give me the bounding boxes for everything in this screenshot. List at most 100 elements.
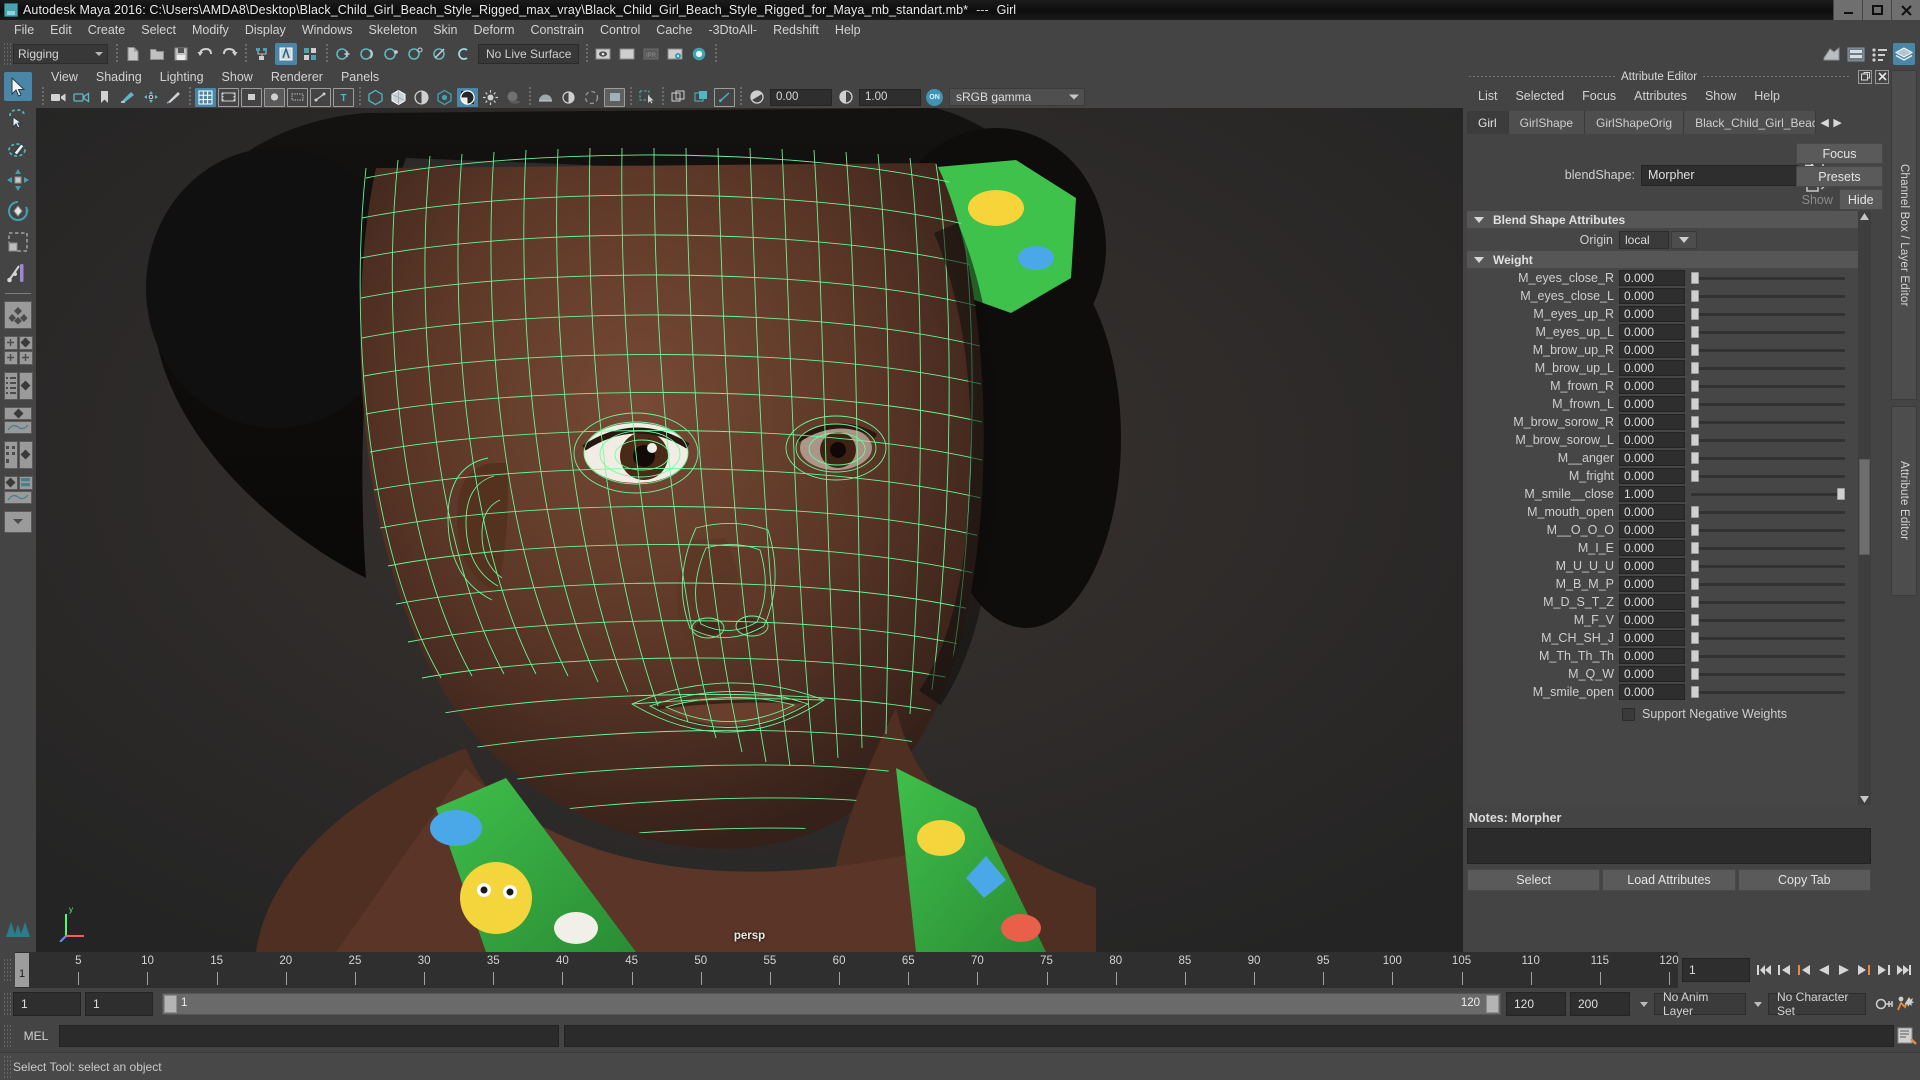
slider-thumb[interactable] xyxy=(1837,488,1845,500)
hypershade-icon[interactable] xyxy=(688,43,710,65)
section-weight[interactable]: Weight xyxy=(1467,251,1871,268)
slider-thumb[interactable] xyxy=(1691,434,1699,446)
layout-persp-outliner-graph-button[interactable] xyxy=(3,475,33,504)
xray-duplicate-icon[interactable] xyxy=(668,88,689,107)
play-forwards-icon[interactable] xyxy=(1834,959,1854,981)
new-scene-icon[interactable] xyxy=(122,43,144,65)
xray-active-components-icon[interactable] xyxy=(691,88,712,107)
motion-blur-icon[interactable] xyxy=(558,88,579,107)
slider-thumb[interactable] xyxy=(1691,380,1699,392)
weight-value-field[interactable]: 0.000 xyxy=(1619,648,1685,664)
menu-item-deform[interactable]: Deform xyxy=(466,20,523,40)
section-blend-shape-attributes[interactable]: Blend Shape Attributes xyxy=(1467,211,1871,228)
slider-thumb[interactable] xyxy=(1691,578,1699,590)
copy-tab-button[interactable]: Copy Tab xyxy=(1737,869,1871,891)
gate-mask-icon[interactable] xyxy=(264,87,285,107)
color-management-toggle[interactable]: ON xyxy=(926,88,943,106)
layout-outliner-persp-button[interactable] xyxy=(3,371,33,400)
step-back-frame-icon[interactable] xyxy=(1794,959,1814,981)
select-component-icon[interactable] xyxy=(299,43,321,65)
live-surface-field[interactable]: No Live Surface xyxy=(478,44,580,64)
animation-start-time-field[interactable]: 1 xyxy=(13,992,81,1016)
current-time-indicator[interactable]: 1 xyxy=(15,953,29,987)
make-live-icon[interactable] xyxy=(452,43,474,65)
script-language-label[interactable]: MEL xyxy=(13,1029,59,1043)
menu-set-selector[interactable]: Rigging xyxy=(13,44,108,64)
render-settings-icon[interactable] xyxy=(664,43,686,65)
layout-single-pane-button[interactable] xyxy=(3,300,33,329)
time-slider-grip[interactable] xyxy=(3,958,11,982)
color-management-selector[interactable]: sRGB gamma xyxy=(949,88,1085,106)
weight-value-field[interactable]: 0.000 xyxy=(1619,432,1685,448)
weight-value-field[interactable]: 0.000 xyxy=(1619,324,1685,340)
step-forward-frame-icon[interactable] xyxy=(1854,959,1874,981)
weight-value-field[interactable]: 0.000 xyxy=(1619,288,1685,304)
slider-thumb[interactable] xyxy=(1691,686,1699,698)
slider-thumb[interactable] xyxy=(1691,560,1699,572)
menu-item-skin[interactable]: Skin xyxy=(425,20,465,40)
shade-and-wireframe-icon[interactable] xyxy=(411,88,432,107)
viewport-menu-show[interactable]: Show xyxy=(213,68,262,86)
channel-box-toggle-icon[interactable] xyxy=(1845,43,1867,65)
playback-start-time-field[interactable]: 1 xyxy=(85,992,153,1016)
step-back-keyframe-icon[interactable] xyxy=(1774,959,1794,981)
minimize-button[interactable] xyxy=(1833,0,1862,20)
viewport-menu-lighting[interactable]: Lighting xyxy=(151,68,213,86)
presets-button[interactable]: Presets xyxy=(1796,166,1883,187)
xray-icon[interactable] xyxy=(287,87,308,107)
camera-attributes-icon[interactable] xyxy=(71,88,92,107)
viewport-menu-view[interactable]: View xyxy=(42,68,87,86)
tab-scroll-left-icon[interactable]: ◀ xyxy=(1818,116,1831,129)
scroll-down-icon[interactable] xyxy=(1860,795,1869,804)
weight-slider[interactable] xyxy=(1689,270,1847,286)
snap-curve-icon[interactable] xyxy=(356,43,378,65)
weight-slider[interactable] xyxy=(1689,450,1847,466)
menu-item-constrain[interactable]: Constrain xyxy=(523,20,593,40)
ae-menu-show[interactable]: Show xyxy=(1696,89,1745,103)
snap-point-icon[interactable] xyxy=(380,43,402,65)
grease-pencil-icon[interactable] xyxy=(163,88,184,107)
ipr-render-icon[interactable]: IPR xyxy=(640,43,662,65)
redo-icon[interactable] xyxy=(218,43,240,65)
channel-box-layer-editor-tab[interactable]: Channel Box / Layer Editor xyxy=(1891,70,1917,400)
script-editor-icon[interactable] xyxy=(1896,1025,1918,1047)
menu-item-edit[interactable]: Edit xyxy=(42,20,80,40)
weight-slider[interactable] xyxy=(1689,576,1847,592)
close-button[interactable] xyxy=(1891,0,1920,20)
texture-display-icon[interactable] xyxy=(457,87,478,107)
weight-slider[interactable] xyxy=(1689,288,1847,304)
weight-value-field[interactable]: 0.000 xyxy=(1619,630,1685,646)
toolbar-grip[interactable] xyxy=(3,42,11,66)
tab-girl[interactable]: Girl xyxy=(1467,111,1509,134)
slider-thumb[interactable] xyxy=(1691,650,1699,662)
slider-thumb[interactable] xyxy=(1691,326,1699,338)
weight-value-field[interactable]: 1.000 xyxy=(1619,486,1685,502)
ae-menu-attributes[interactable]: Attributes xyxy=(1625,89,1696,103)
weight-slider[interactable] xyxy=(1689,306,1847,322)
weight-value-field[interactable]: 0.000 xyxy=(1619,684,1685,700)
weight-value-field[interactable]: 0.000 xyxy=(1619,342,1685,358)
weight-value-field[interactable]: 0.000 xyxy=(1619,666,1685,682)
snap-view-plane-icon[interactable] xyxy=(428,43,450,65)
slider-thumb[interactable] xyxy=(1691,272,1699,284)
range-handle-left[interactable] xyxy=(164,995,177,1013)
weight-value-field[interactable]: 0.000 xyxy=(1619,612,1685,628)
weight-value-field[interactable]: 0.000 xyxy=(1619,468,1685,484)
layout-more-button[interactable] xyxy=(3,510,33,533)
weight-value-field[interactable]: 0.000 xyxy=(1619,540,1685,556)
weight-value-field[interactable]: 0.000 xyxy=(1619,504,1685,520)
play-backwards-icon[interactable] xyxy=(1814,959,1834,981)
scale-tool[interactable] xyxy=(4,227,32,256)
attribute-scrollbar[interactable] xyxy=(1858,211,1871,805)
notes-textarea[interactable] xyxy=(1467,828,1871,864)
ae-menu-focus[interactable]: Focus xyxy=(1573,89,1625,103)
paint-select-tool[interactable] xyxy=(4,134,32,163)
command-output-field[interactable] xyxy=(564,1025,1894,1047)
bookmark-icon[interactable] xyxy=(94,88,115,107)
slider-thumb[interactable] xyxy=(1691,362,1699,374)
range-slider-grip[interactable] xyxy=(3,992,11,1016)
depth-of-field-icon[interactable] xyxy=(604,87,625,107)
render-current-frame-icon[interactable] xyxy=(592,43,614,65)
weight-value-field[interactable]: 0.000 xyxy=(1619,558,1685,574)
support-negative-weights-row[interactable]: Support Negative Weights xyxy=(1467,704,1871,724)
